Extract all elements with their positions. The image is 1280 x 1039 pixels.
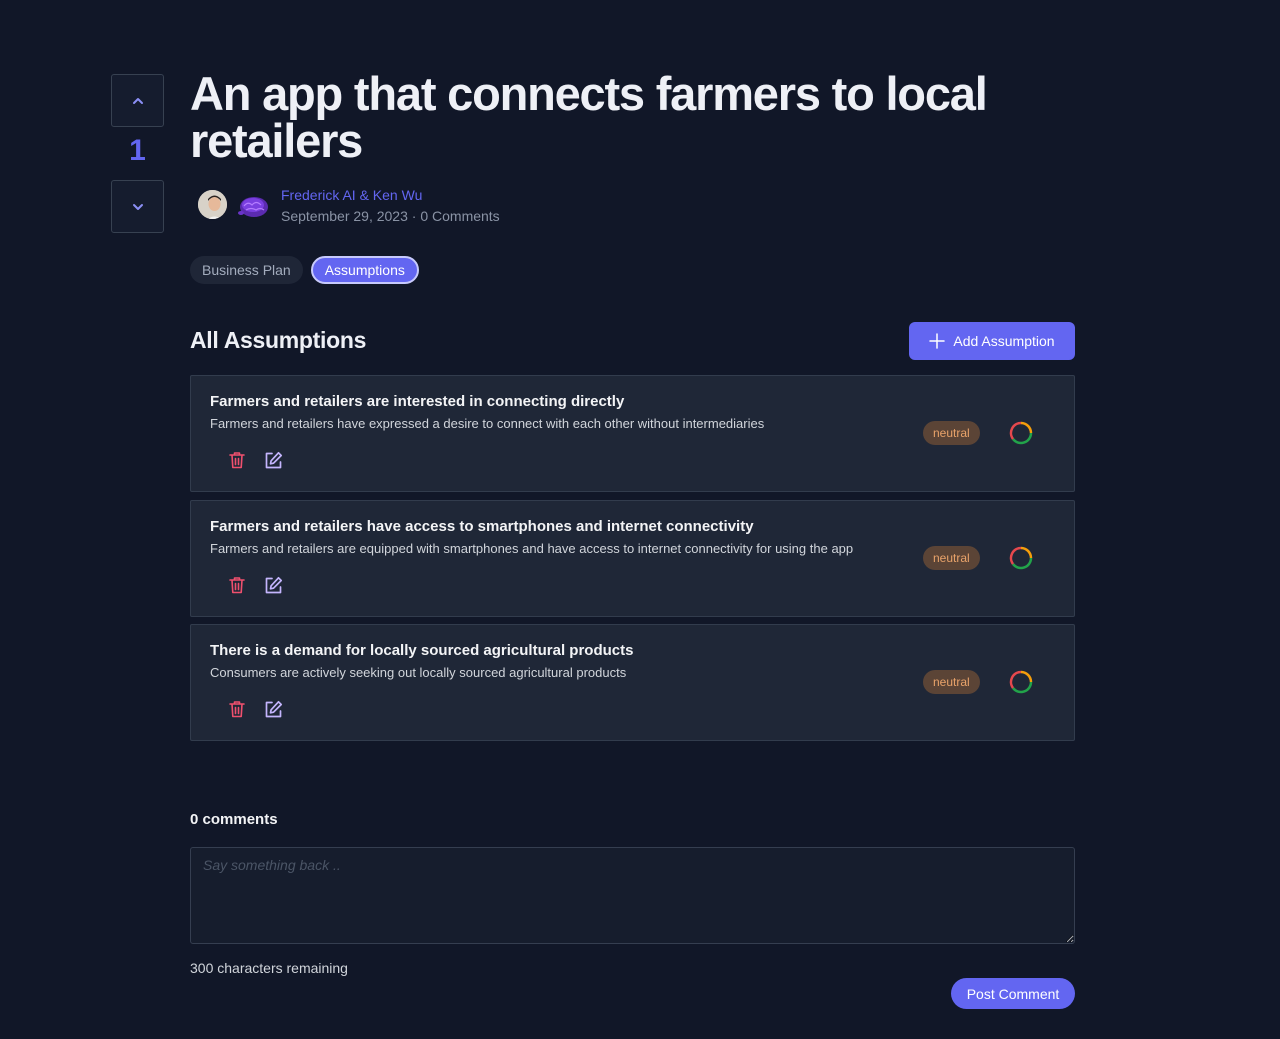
chevron-up-icon bbox=[132, 97, 143, 104]
edit-icon bbox=[265, 700, 282, 717]
avatar[interactable] bbox=[196, 188, 229, 221]
assumption-card: Farmers and retailers have access to sma… bbox=[190, 500, 1075, 617]
assumption-actions bbox=[227, 699, 283, 719]
vote-count: 1 bbox=[129, 134, 146, 167]
ai-avatar[interactable] bbox=[236, 192, 270, 220]
downvote-button[interactable] bbox=[111, 180, 164, 233]
person-avatar-icon bbox=[198, 190, 227, 219]
edit-button[interactable] bbox=[263, 575, 283, 595]
comments-heading: 0 comments bbox=[190, 811, 278, 828]
edit-button[interactable] bbox=[263, 450, 283, 470]
status-badge: neutral bbox=[923, 546, 980, 570]
assumption-actions bbox=[227, 575, 283, 595]
comments-count[interactable]: 0 Comments bbox=[420, 208, 499, 224]
page: 1 An app that connects farmers to local … bbox=[0, 0, 1280, 1039]
status-badge: neutral bbox=[923, 670, 980, 694]
assumption-card: Farmers and retailers are interested in … bbox=[190, 375, 1075, 492]
tab-bar: Business Plan Assumptions bbox=[190, 256, 419, 284]
status-ring-icon bbox=[1009, 670, 1033, 694]
assumption-description: Farmers and retailers have expressed a d… bbox=[210, 416, 765, 431]
assumption-title: Farmers and retailers have access to sma… bbox=[210, 518, 754, 535]
edit-button[interactable] bbox=[263, 699, 283, 719]
chevron-down-icon bbox=[132, 203, 143, 210]
assumption-title: Farmers and retailers are interested in … bbox=[210, 393, 625, 410]
assumption-title: There is a demand for locally sourced ag… bbox=[210, 642, 634, 659]
assumption-description: Consumers are actively seeking out local… bbox=[210, 665, 627, 680]
delete-button[interactable] bbox=[227, 575, 247, 595]
delete-button[interactable] bbox=[227, 450, 247, 470]
edit-icon bbox=[265, 451, 282, 468]
tab-business-plan[interactable]: Business Plan bbox=[190, 256, 303, 284]
status-ring-icon bbox=[1009, 421, 1033, 445]
add-assumption-label: Add Assumption bbox=[953, 333, 1055, 349]
add-assumption-button[interactable]: Add Assumption bbox=[909, 322, 1075, 360]
assumption-description: Farmers and retailers are equipped with … bbox=[210, 541, 854, 556]
author-names[interactable]: Frederick AI & Ken Wu bbox=[281, 187, 422, 203]
upvote-button[interactable] bbox=[111, 74, 164, 127]
trash-icon bbox=[229, 701, 245, 718]
assumption-card: There is a demand for locally sourced ag… bbox=[190, 624, 1075, 741]
post-date: September 29, 2023 bbox=[281, 208, 408, 224]
characters-remaining: 300 characters remaining bbox=[190, 960, 348, 976]
trash-icon bbox=[229, 452, 245, 469]
post-meta: September 29, 2023 · 0 Comments bbox=[281, 208, 500, 224]
delete-button[interactable] bbox=[227, 699, 247, 719]
edit-icon bbox=[265, 576, 282, 593]
comment-input[interactable] bbox=[190, 847, 1075, 944]
trash-icon bbox=[229, 577, 245, 594]
assumption-actions bbox=[227, 450, 283, 470]
brain-icon bbox=[238, 197, 268, 217]
status-badge: neutral bbox=[923, 421, 980, 445]
post-comment-button[interactable]: Post Comment bbox=[951, 978, 1075, 1009]
section-title: All Assumptions bbox=[190, 327, 367, 353]
status-ring-icon bbox=[1009, 546, 1033, 570]
page-title: An app that connects farmers to local re… bbox=[190, 67, 988, 167]
meta-separator: · bbox=[407, 208, 421, 224]
plus-icon bbox=[929, 333, 946, 349]
tab-assumptions[interactable]: Assumptions bbox=[310, 256, 419, 284]
